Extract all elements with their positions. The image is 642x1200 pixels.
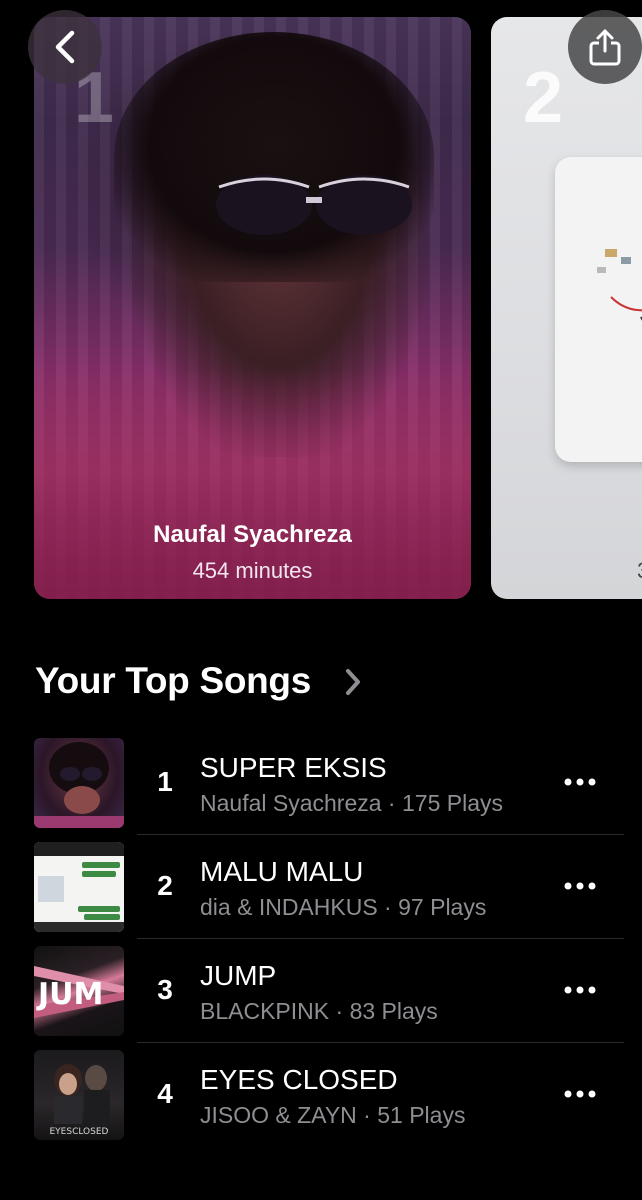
song-subtitle: BLACKPINK · 83 Plays (200, 998, 438, 1025)
section-title[interactable]: Your Top Songs (35, 660, 311, 702)
separator: · (329, 998, 350, 1024)
song-artist: BLACKPINK (200, 998, 330, 1024)
card-minutes: 454 minutes (192, 558, 313, 583)
song-row[interactable]: 2 MALU MALU dia & INDAHKUS · 97 Plays (0, 842, 642, 946)
song-plays: 83 Plays (349, 998, 438, 1024)
song-plays: 97 Plays (398, 894, 487, 920)
album-art: EYESCLOSED (34, 1050, 124, 1140)
song-title: EYES CLOSED (200, 1064, 398, 1095)
separator: · (356, 1102, 378, 1128)
card-minutes-partial: 3 (637, 558, 642, 584)
row-divider (137, 1042, 624, 1043)
top-artist-card-1[interactable]: 1 Naufal Syachreza 454 minutes (34, 17, 471, 599)
row-divider (137, 834, 624, 835)
screen: 1 Naufal Syachreza 454 minutes 2 3 (0, 0, 642, 1200)
ellipsis-icon[interactable] (562, 776, 598, 788)
album-art (34, 842, 124, 932)
album-art (34, 738, 124, 828)
song-artist: dia & INDAHKUS (200, 894, 378, 920)
card-rank: 2 (523, 58, 564, 138)
ellipsis-icon[interactable] (562, 1088, 598, 1100)
song-row[interactable]: EYESCLOSED 4 EYES CLOSED JISOO & ZAYN · … (0, 1050, 642, 1154)
album-art-text: JUM (36, 977, 103, 1012)
song-title: SUPER EKSIS (200, 752, 387, 783)
song-plays: 175 Plays (402, 790, 504, 816)
share-button[interactable] (568, 10, 642, 84)
top-artist-card-2[interactable]: 2 3 (491, 17, 642, 599)
artist-photo-hair (114, 32, 434, 282)
song-rank: 3 (157, 974, 173, 1005)
album-art: JUM (34, 946, 124, 1036)
share-icon (589, 29, 621, 66)
back-button[interactable] (28, 10, 102, 84)
album-art-text: EYESCLOSED (50, 1127, 109, 1137)
ellipsis-icon[interactable] (562, 984, 598, 996)
song-rank: 2 (157, 870, 173, 901)
chevron-right-icon[interactable] (343, 667, 363, 697)
row-divider (137, 938, 624, 939)
card-artist-name: Naufal Syachreza (153, 521, 352, 548)
song-rank: 1 (157, 766, 173, 797)
song-row[interactable]: 1 SUPER EKSIS Naufal Syachreza · 175 Pla… (0, 738, 642, 842)
song-title: JUMP (200, 960, 277, 991)
song-row[interactable]: JUM 3 JUMP BLACKPINK · 83 Plays (0, 946, 642, 1050)
song-subtitle: Naufal Syachreza · 175 Plays (200, 790, 503, 817)
song-subtitle: dia & INDAHKUS · 97 Plays (200, 894, 486, 921)
separator: · (381, 790, 402, 816)
song-subtitle: JISOO & ZAYN · 51 Plays (200, 1102, 465, 1129)
chevron-left-icon (55, 30, 75, 64)
song-plays: 51 Plays (377, 1102, 466, 1128)
song-title: MALU MALU (200, 856, 364, 887)
card-artwork-objects (597, 249, 642, 321)
song-rank: 4 (157, 1078, 173, 1109)
separator: · (377, 894, 399, 920)
song-artist: JISOO & ZAYN (200, 1102, 357, 1128)
song-artist: Naufal Syachreza (200, 790, 382, 816)
artist-photo-glasses (216, 175, 412, 235)
ellipsis-icon[interactable] (562, 880, 598, 892)
